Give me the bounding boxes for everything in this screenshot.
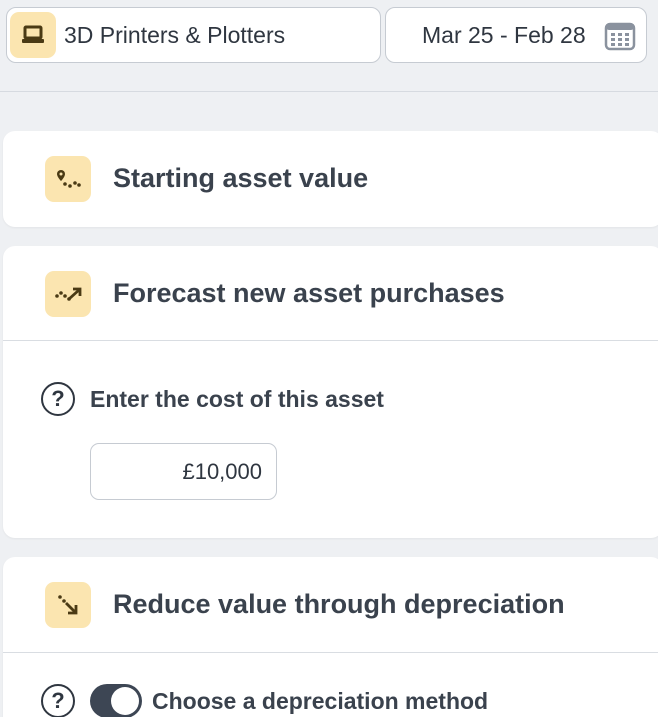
depreciation-card: Reduce value through depreciation ? Choo… <box>3 557 658 717</box>
forecast-purchases-card: Forecast new asset purchases ? Enter the… <box>3 246 658 538</box>
section-divider <box>3 652 658 653</box>
date-range-selector[interactable]: Mar 25 - Feb 28 <box>385 7 647 63</box>
toggle-knob <box>111 687 139 715</box>
calendar-icon[interactable] <box>604 21 636 56</box>
starting-asset-value-card: Starting asset value <box>3 131 658 227</box>
top-toolbar: 3D Printers & Plotters Mar 25 - Feb 28 <box>0 0 658 92</box>
category-label: 3D Printers & Plotters <box>64 21 286 48</box>
forecast-purchases-header[interactable]: Forecast new asset purchases <box>3 246 658 342</box>
section-title: Forecast new asset purchases <box>113 278 505 308</box>
section-title: Starting asset value <box>113 163 369 193</box>
laptop-icon <box>10 12 56 58</box>
asset-cost-input[interactable] <box>90 443 277 500</box>
starting-asset-value-header[interactable]: Starting asset value <box>3 131 658 227</box>
arrow-down-right-icon <box>45 582 91 628</box>
help-icon[interactable]: ? <box>41 684 75 717</box>
help-icon[interactable]: ? <box>41 382 75 416</box>
depreciation-method-label: Choose a depreciation method <box>152 688 489 714</box>
depreciation-header[interactable]: Reduce value through depreciation <box>3 557 658 653</box>
cost-question-label: Enter the cost of this asset <box>90 386 384 412</box>
trend-up-icon <box>45 271 91 317</box>
map-route-icon <box>45 156 91 202</box>
depreciation-toggle[interactable] <box>90 684 142 717</box>
category-selector[interactable]: 3D Printers & Plotters <box>6 7 381 63</box>
date-range-label: Mar 25 - Feb 28 <box>422 21 586 48</box>
section-divider <box>3 340 658 341</box>
section-title: Reduce value through depreciation <box>113 589 565 619</box>
